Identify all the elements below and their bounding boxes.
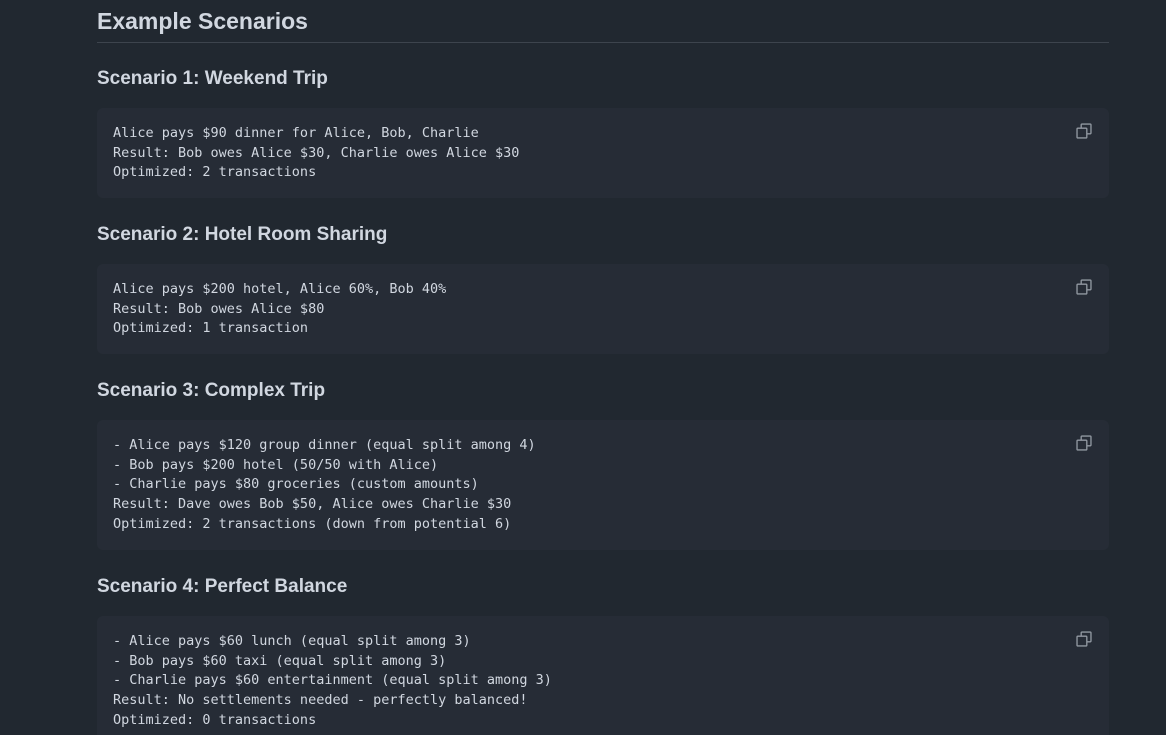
copy-button[interactable] <box>1075 278 1093 296</box>
copy-icon <box>1076 123 1092 139</box>
code-line: Optimized: 2 transactions (down from pot… <box>113 515 512 532</box>
code-line: Result: Bob owes Alice $30, Charlie owes… <box>113 144 520 161</box>
scenario: Scenario 2: Hotel Room Sharing Alice pay… <box>97 223 1109 354</box>
code-block[interactable]: Alice pays $200 hotel, Alice 60%, Bob 40… <box>97 264 1109 354</box>
code-line: - Charlie pays $60 entertainment (equal … <box>113 672 552 689</box>
copy-icon <box>1076 279 1092 295</box>
code-line: Result: Dave owes Bob $50, Alice owes Ch… <box>113 496 512 513</box>
code-block[interactable]: Alice pays $90 dinner for Alice, Bob, Ch… <box>97 108 1109 198</box>
copy-icon <box>1076 435 1092 451</box>
code-line: Result: No settlements needed - perfectl… <box>113 692 528 709</box>
copy-button[interactable] <box>1075 122 1093 140</box>
markdown-page: Example Scenarios Scenario 1: Weekend Tr… <box>0 0 1166 735</box>
copy-icon <box>1076 631 1092 647</box>
section-heading: Example Scenarios <box>97 0 1109 43</box>
code-line: - Alice pays $120 group dinner (equal sp… <box>113 437 536 453</box>
code-line: - Bob pays $200 hotel (50/50 with Alice) <box>113 456 439 473</box>
code-line: - Bob pays $60 taxi (equal split among 3… <box>113 652 447 669</box>
code-line: Alice pays $200 hotel, Alice 60%, Bob 40… <box>113 281 447 297</box>
scenario: Scenario 3: Complex Trip - Alice pays $1… <box>97 379 1109 550</box>
scenario-title: Scenario 3: Complex Trip <box>97 380 326 401</box>
code-line: - Charlie pays $80 groceries (custom amo… <box>113 476 479 493</box>
scenario-title: Scenario 1: Weekend Trip <box>97 68 328 89</box>
copy-button[interactable] <box>1075 630 1093 648</box>
code-lines: - Alice pays $60 lunch (equal split amon… <box>113 632 1093 730</box>
code-block[interactable]: - Alice pays $60 lunch (equal split amon… <box>97 616 1109 735</box>
scenario-title: Scenario 2: Hotel Room Sharing <box>97 224 388 245</box>
code-line: Optimized: 2 transactions <box>113 164 317 181</box>
code-lines: Alice pays $200 hotel, Alice 60%, Bob 40… <box>113 280 1093 339</box>
code-block[interactable]: - Alice pays $120 group dinner (equal sp… <box>97 420 1109 550</box>
code-line: - Alice pays $60 lunch (equal split amon… <box>113 633 471 649</box>
code-lines: - Alice pays $120 group dinner (equal sp… <box>113 436 1093 534</box>
code-lines: Alice pays $90 dinner for Alice, Bob, Ch… <box>113 124 1093 183</box>
scenario: Scenario 1: Weekend Trip Alice pays $90 … <box>97 67 1109 198</box>
code-line: Alice pays $90 dinner for Alice, Bob, Ch… <box>113 125 479 141</box>
markdown-body: Example Scenarios Scenario 1: Weekend Tr… <box>97 0 1109 735</box>
scenario: Scenario 4: Perfect Balance - Alice pays… <box>97 575 1109 735</box>
code-line: Optimized: 1 transaction <box>113 320 309 337</box>
code-line: Optimized: 0 transactions <box>113 711 317 728</box>
code-line: Result: Bob owes Alice $80 <box>113 300 325 317</box>
copy-button[interactable] <box>1075 434 1093 452</box>
scenario-title: Scenario 4: Perfect Balance <box>97 576 348 597</box>
